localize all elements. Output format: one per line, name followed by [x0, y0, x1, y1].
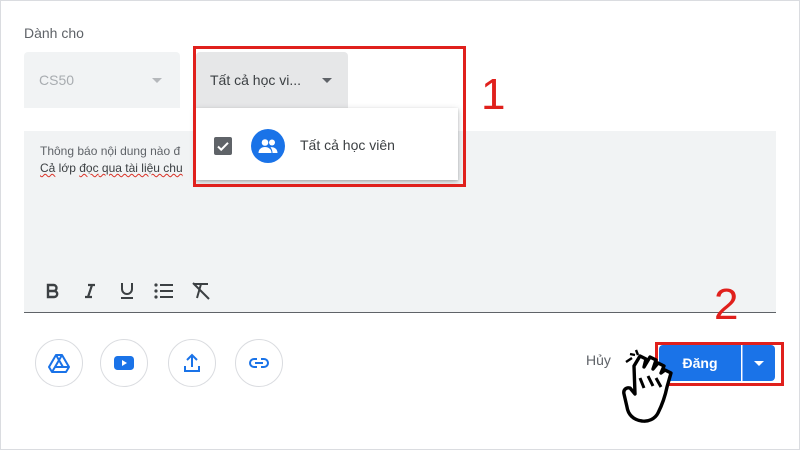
- students-select-value: Tất cả học vi...: [210, 72, 302, 88]
- underline-button[interactable]: [108, 279, 145, 303]
- bulleted-list-button[interactable]: [145, 279, 182, 303]
- clear-format-button[interactable]: [182, 279, 219, 303]
- add-google-drive-button[interactable]: [35, 339, 83, 387]
- add-youtube-button[interactable]: [100, 339, 148, 387]
- upload-icon: [184, 353, 200, 372]
- step-number-2: 2: [714, 280, 739, 329]
- google-drive-icon: [48, 354, 70, 373]
- students-select[interactable]: Tất cả học vi...: [196, 52, 348, 108]
- italic-button[interactable]: [71, 279, 108, 303]
- youtube-icon: [114, 356, 134, 370]
- underline-icon: [120, 283, 133, 299]
- checkbox[interactable]: [214, 137, 232, 155]
- chevron-down-icon: [754, 360, 764, 366]
- post-options-button[interactable]: [742, 345, 775, 381]
- add-link-button[interactable]: [235, 339, 283, 387]
- text-span: lớp: [55, 161, 80, 175]
- link-icon: [249, 358, 269, 368]
- cancel-button[interactable]: Hủy: [586, 352, 611, 368]
- misspelled-word: đọc: [79, 161, 99, 175]
- chevron-down-icon: [152, 78, 162, 83]
- bold-button[interactable]: [34, 279, 71, 303]
- upload-file-button[interactable]: [168, 339, 216, 387]
- chevron-down-icon: [322, 78, 332, 83]
- misspelled-word: Cả: [40, 161, 56, 175]
- format-toolbar: [34, 279, 219, 303]
- students-dropdown-menu: Tất cả học viên: [196, 108, 458, 180]
- textarea-line-1: Thông báo nội dung nào đ: [40, 144, 181, 158]
- class-select[interactable]: CS50: [24, 52, 180, 108]
- audience-label: Dành cho: [24, 25, 84, 41]
- checkmark-icon: [217, 142, 229, 152]
- class-select-value: CS50: [39, 72, 75, 88]
- bulleted-list-icon: [153, 283, 173, 299]
- italic-icon: [84, 283, 95, 299]
- menu-item-all-students[interactable]: Tất cả học viên: [196, 108, 458, 180]
- clear-format-icon: [191, 282, 210, 300]
- step-number-1: 1: [481, 70, 506, 119]
- misspelled-phrase: qua tài liệu chu: [98, 161, 183, 175]
- post-button[interactable]: Đăng: [659, 345, 741, 381]
- bold-icon: [46, 283, 58, 299]
- textarea-line-2: Cả lớp đọc qua tài liệu chu: [40, 161, 183, 175]
- menu-item-label: Tất cả học viên: [300, 137, 395, 153]
- people-icon: [251, 129, 285, 163]
